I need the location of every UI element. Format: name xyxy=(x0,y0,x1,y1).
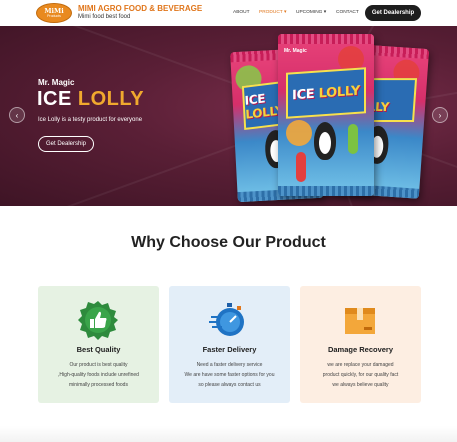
product-pack-image: Mr. Magic ICE LOLLY xyxy=(278,34,374,196)
feature-card-recovery: Damage Recovery we are replace your dama… xyxy=(300,286,421,403)
carousel-prev-button[interactable]: ‹ xyxy=(9,107,25,123)
card-description: Our product is best quality ,High-qualit… xyxy=(58,362,139,388)
nav-contact[interactable]: CONTACT xyxy=(336,10,359,15)
penguin-graphic xyxy=(314,122,336,160)
lolly-stick-graphic xyxy=(348,124,358,154)
lolly-stick-graphic xyxy=(296,152,306,182)
pack-brand: Mr. Magic xyxy=(284,48,307,54)
pack-label-text: ICE LOLLY xyxy=(292,83,360,103)
nav-upcoming[interactable]: UPCOMING ▾ xyxy=(296,10,326,15)
pack-seal xyxy=(278,186,374,196)
logo[interactable]: MiMi Products xyxy=(36,3,72,23)
logo-subtext: Products xyxy=(47,14,61,18)
card-description: Need a faster delivery service We are ha… xyxy=(184,362,275,388)
hero-subtitle: Mr. Magic xyxy=(38,78,75,87)
box-icon xyxy=(340,300,380,340)
card-title: Best Quality xyxy=(76,345,121,354)
card-title: Faster Delivery xyxy=(202,345,257,354)
brand: MIMI AGRO FOOD & BEVERAGE Mimi food best… xyxy=(78,4,202,21)
page-bottom-fade xyxy=(0,426,457,442)
hero-title: ICE LOLLY xyxy=(37,88,144,111)
stopwatch-icon xyxy=(209,300,249,340)
site-header: MiMi Products MIMI AGRO FOOD & BEVERAGE … xyxy=(0,0,457,26)
card-title: Damage Recovery xyxy=(327,345,394,354)
hero-description: Ice Lolly is a testy product for everyon… xyxy=(38,117,143,123)
hero-banner: Mr. Magic ICE LOLLY Ice Lolly is a testy… xyxy=(0,26,457,206)
feature-card-delivery: Faster Delivery Need a faster delivery s… xyxy=(169,286,290,403)
brand-tagline: Mimi food best food xyxy=(78,14,131,20)
pack-decoration xyxy=(286,120,312,146)
card-description: we are replace your damaged product quic… xyxy=(322,362,399,388)
hero-title-part1: ICE xyxy=(37,88,78,110)
get-dealership-button[interactable]: Get Dealership xyxy=(365,5,421,21)
chevron-left-icon: ‹ xyxy=(15,110,19,120)
carousel-next-button[interactable]: › xyxy=(432,107,448,123)
hero-dealership-button[interactable]: Get Dealership xyxy=(38,136,94,152)
brand-title: MIMI AGRO FOOD & BEVERAGE xyxy=(78,4,203,13)
thumbs-up-badge-icon xyxy=(78,300,118,340)
pack-label: ICE LOLLY xyxy=(286,67,366,119)
section-title: Why Choose Our Product xyxy=(131,234,326,251)
chevron-right-icon: › xyxy=(438,110,442,120)
nav-about[interactable]: ABOUT xyxy=(233,10,250,15)
pack-seal xyxy=(278,34,374,44)
hero-title-part2: LOLLY xyxy=(77,88,145,110)
nav-product[interactable]: PRODUCT ▾ xyxy=(259,10,286,15)
feature-card-quality: Best Quality Our product is best quality… xyxy=(38,286,159,403)
